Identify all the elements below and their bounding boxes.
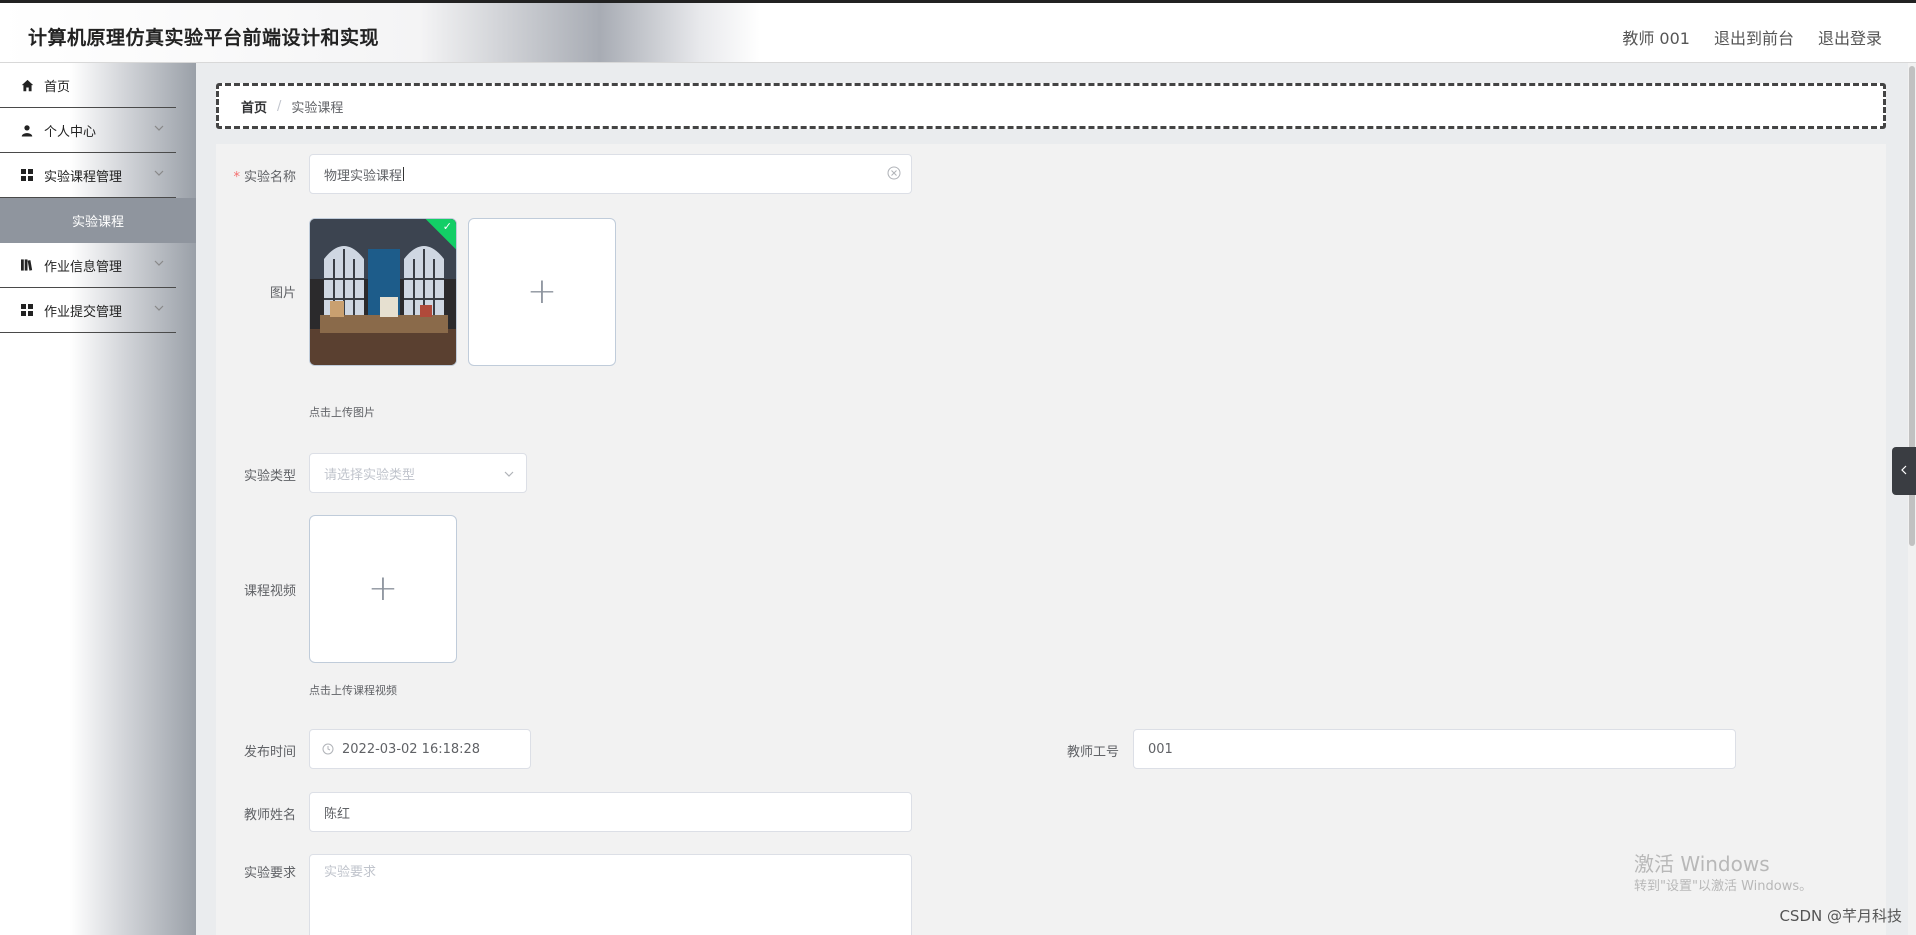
chevron-down-icon <box>504 468 514 483</box>
windows-activation-title: 激活 Windows <box>1634 852 1770 876</box>
image-label: 图片 <box>269 286 296 301</box>
sidebar-item-profile[interactable]: 个人中心 <box>0 108 176 153</box>
teacher-name-input[interactable]: 陈红 <box>309 792 912 832</box>
video-upload-button[interactable]: + <box>309 515 457 663</box>
sidebar-subitem-course[interactable]: 实验课程 <box>0 198 196 243</box>
publish-time-value: 2022-03-02 16:18:28 <box>342 741 481 757</box>
video-label: 课程视频 <box>243 584 296 599</box>
chevron-down-icon <box>154 257 164 272</box>
app-title: 计算机原理仿真实验平台前端设计和实现 <box>28 27 380 49</box>
course-form: * 实验名称 物理实验课程 图片 ✓ + 点击上传图片 实验类型 请选择实验类型… <box>216 144 1886 935</box>
breadcrumb-current: 实验课程 <box>291 100 344 116</box>
chevron-down-icon <box>154 302 164 317</box>
name-input-value: 物理实验课程 <box>324 168 403 184</box>
sidebar-item-homework-info[interactable]: 作业信息管理 <box>0 243 176 288</box>
image-upload-tip: 点击上传图片 <box>309 406 375 419</box>
image-upload-button[interactable]: + <box>468 218 616 366</box>
uploaded-image-thumbnail[interactable]: ✓ <box>309 218 457 366</box>
home-icon <box>20 78 34 92</box>
clock-icon <box>322 743 334 755</box>
plus-icon: + <box>526 271 558 312</box>
type-label: 实验类型 <box>243 469 296 484</box>
uploaded-image <box>310 219 456 365</box>
breadcrumb-separator: / <box>277 98 282 114</box>
check-icon: ✓ <box>442 220 452 233</box>
required-mark: * <box>233 170 240 185</box>
csdn-watermark: CSDN @芊月科技 <box>1779 907 1902 925</box>
book-icon <box>20 258 34 272</box>
chevron-up-icon <box>154 167 164 182</box>
sidebar-item-label: 作业提交管理 <box>44 304 123 320</box>
sidebar-item-label: 作业信息管理 <box>44 259 123 275</box>
name-input[interactable]: 物理实验课程 <box>309 154 912 194</box>
logout-link[interactable]: 退出登录 <box>1818 25 1882 49</box>
chevron-left-icon <box>1900 464 1908 478</box>
publish-time-picker[interactable]: 2022-03-02 16:18:28 <box>309 729 531 769</box>
sidebar-item-label: 实验课程管理 <box>44 169 123 185</box>
grid-icon <box>20 303 34 317</box>
breadcrumb-home[interactable]: 首页 <box>241 97 267 116</box>
sidebar-item-homework-submit[interactable]: 作业提交管理 <box>0 288 176 333</box>
requirement-label: 实验要求 <box>243 866 296 881</box>
teacher-name-value: 陈红 <box>324 806 351 822</box>
teacher-no-value: 001 <box>1148 741 1173 757</box>
top-bar: 计算机原理仿真实验平台前端设计和实现 教师 001 退出到前台 退出登录 <box>0 0 1916 63</box>
type-select-placeholder: 请选择实验类型 <box>324 467 416 483</box>
teacher-no-label: 教师工号 <box>1066 745 1119 760</box>
sidebar-item-home[interactable]: 首页 <box>0 63 176 108</box>
publish-time-label: 发布时间 <box>243 745 296 760</box>
user-icon <box>20 123 34 137</box>
grid-icon <box>20 168 34 182</box>
clear-icon[interactable] <box>887 166 901 184</box>
breadcrumb: 首页 / 实验课程 <box>216 83 1886 129</box>
current-user-link[interactable]: 教师 001 <box>1622 25 1690 49</box>
teacher-name-label: 教师姓名 <box>243 808 296 823</box>
text-cursor <box>403 167 405 181</box>
exit-to-front-link[interactable]: 退出到前台 <box>1714 25 1794 49</box>
sidebar: 首页 个人中心 实验课程管理 实验课程 作业信息管理 作业提交管理 <box>0 63 196 935</box>
top-links: 教师 001 退出到前台 退出登录 <box>1622 25 1882 49</box>
sidebar-item-label: 首页 <box>44 79 71 95</box>
requirement-textarea[interactable]: 实验要求 <box>309 854 912 935</box>
sidebar-item-label: 个人中心 <box>44 124 97 140</box>
windows-activation-subtitle: 转到"设置"以激活 Windows。 <box>1634 879 1813 894</box>
sidebar-item-course-management[interactable]: 实验课程管理 <box>0 153 176 198</box>
collapse-panel-tab[interactable] <box>1892 447 1916 495</box>
main-content: 首页 / 实验课程 * 实验名称 物理实验课程 图片 ✓ + 点击上传图片 实验… <box>196 63 1916 935</box>
type-select[interactable]: 请选择实验类型 <box>309 453 527 493</box>
chevron-down-icon <box>154 122 164 137</box>
teacher-no-input[interactable]: 001 <box>1133 729 1736 769</box>
video-upload-tip: 点击上传课程视频 <box>309 684 397 697</box>
plus-icon: + <box>367 568 399 609</box>
requirement-placeholder: 实验要求 <box>324 865 377 880</box>
name-label: * 实验名称 <box>233 170 296 185</box>
